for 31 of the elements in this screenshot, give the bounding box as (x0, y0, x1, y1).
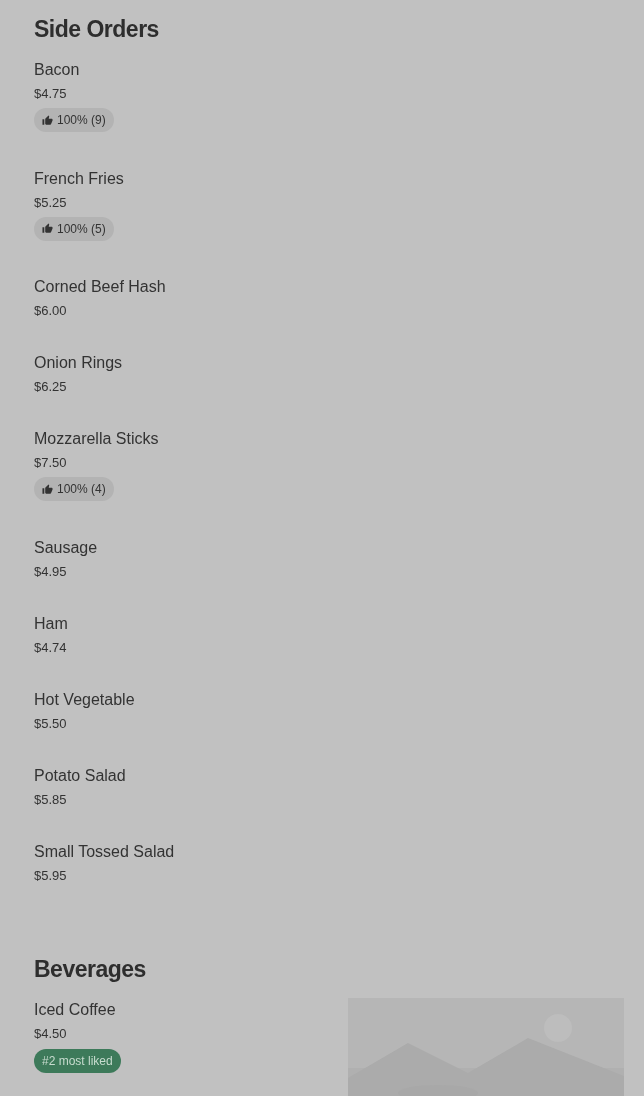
thumbs-up-icon (42, 223, 53, 234)
item-name[interactable]: Small Tossed Salad (34, 841, 175, 862)
item-price: $4.75 (34, 86, 67, 102)
section-heading: Side Orders (34, 15, 160, 44)
item-name[interactable]: Onion Rings (34, 353, 123, 373)
item-price: $4.74 (34, 639, 67, 656)
item-name[interactable]: French Fries (34, 168, 124, 189)
item-name[interactable]: Mozzarella Sticks (34, 429, 159, 449)
item-price: $5.50 (34, 715, 67, 732)
item-price: $4.95 (34, 563, 67, 580)
thumbs-up-icon (42, 483, 53, 495)
item-name[interactable]: Ham (34, 613, 68, 634)
item-price: $5.85 (34, 791, 67, 808)
rating-badge: 100% (9) (34, 108, 114, 132)
item-price: $6.00 (34, 303, 67, 319)
item-price: $7.50 (34, 455, 67, 471)
most-liked-badge: #2 most liked (34, 1048, 121, 1073)
item-price: $4.50 (34, 1025, 67, 1042)
rating-badge: 100% (4) (34, 477, 114, 501)
item-name[interactable]: Potato Salad (34, 765, 126, 786)
item-price: $6.25 (34, 379, 67, 395)
item-name[interactable]: Iced Coffee (34, 999, 116, 1020)
item-name[interactable]: Bacon (34, 60, 80, 80)
rating-badge: 100% (5) (34, 216, 114, 241)
section-heading: Beverages (34, 954, 147, 984)
item-name[interactable]: Sausage (34, 537, 98, 558)
item-name[interactable]: Corned Beef Hash (34, 277, 166, 297)
item-name[interactable]: Hot Vegetable (34, 689, 135, 710)
item-price: $5.25 (34, 194, 67, 211)
thumbs-up-icon (42, 114, 53, 126)
item-price: $5.95 (34, 867, 67, 884)
